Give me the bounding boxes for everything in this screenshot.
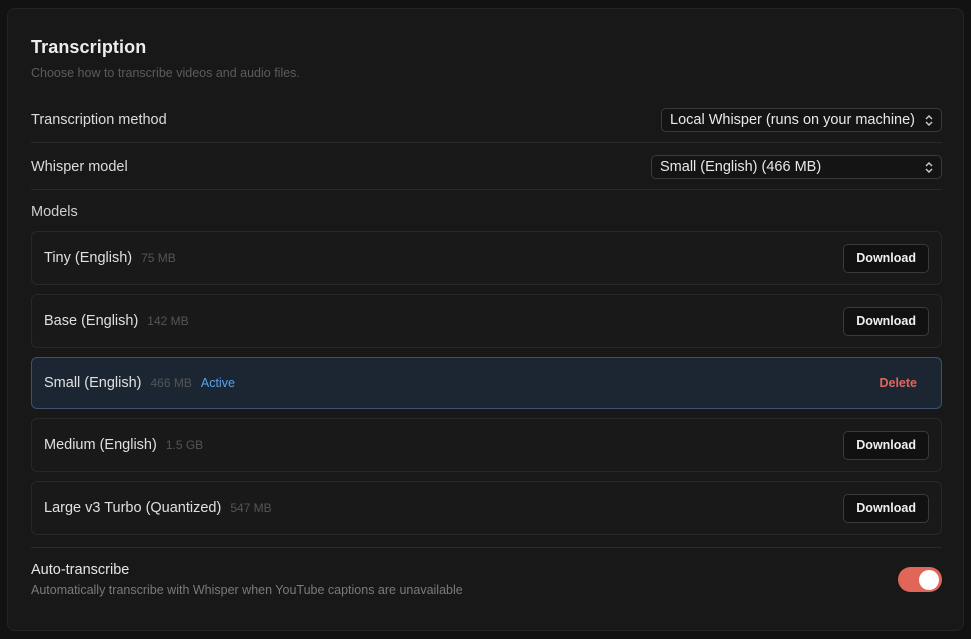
whisper-model-value: Small (English) (466 MB) [660, 159, 822, 175]
whisper-model-select[interactable]: Small (English) (466 MB) [651, 155, 942, 179]
section-title: Transcription [31, 37, 147, 57]
delete-small-button[interactable]: Delete [867, 369, 929, 398]
model-card-medium: Medium (English) 1.5 GB Download [31, 418, 942, 472]
divider [31, 189, 942, 190]
toggle-knob [919, 569, 939, 590]
models-heading: Models [31, 204, 78, 220]
model-card-tiny: Tiny (English) 75 MB Download [31, 231, 942, 285]
model-size: 1.5 GB [165, 438, 204, 452]
divider [31, 547, 942, 548]
model-card-base: Base (English) 142 MB Download [31, 294, 942, 348]
model-size: 547 MB [230, 501, 272, 515]
auto-transcribe-description: Automatically transcribe with Whisper wh… [31, 583, 463, 597]
auto-transcribe-title: Auto-transcribe [31, 562, 130, 578]
transcription-method-label: Transcription method [31, 112, 167, 128]
active-badge: Active [200, 376, 235, 390]
whisper-model-label: Whisper model [31, 159, 128, 175]
transcription-method-row: Transcription method Local Whisper (runs… [31, 108, 942, 132]
chevron-up-down-icon [925, 113, 933, 127]
model-size: 466 MB [150, 376, 192, 390]
download-medium-button[interactable]: Download [843, 430, 929, 460]
whisper-model-row: Whisper model Small (English) (466 MB) [31, 155, 942, 179]
transcription-method-value: Local Whisper (runs on your machine) [670, 112, 915, 128]
model-name: Medium (English) [44, 437, 157, 453]
model-size: 75 MB [141, 251, 176, 265]
model-card-small: Small (English) 466 MB Active Delete [31, 357, 942, 409]
download-large-button[interactable]: Download [843, 493, 929, 523]
model-name: Tiny (English) [44, 250, 133, 266]
divider [31, 142, 942, 143]
download-tiny-button[interactable]: Download [843, 243, 929, 273]
model-card-large-v3-turbo: Large v3 Turbo (Quantized) 547 MB Downlo… [31, 481, 942, 535]
transcription-settings-panel: Transcription Choose how to transcribe v… [7, 8, 964, 631]
model-name: Large v3 Turbo (Quantized) [44, 500, 222, 516]
model-name: Base (English) [44, 313, 139, 329]
transcription-method-select[interactable]: Local Whisper (runs on your machine) [661, 108, 942, 132]
model-name: Small (English) [44, 375, 142, 391]
auto-transcribe-toggle[interactable] [898, 567, 942, 592]
section-subtitle: Choose how to transcribe videos and audi… [31, 66, 300, 80]
chevron-up-down-icon [925, 160, 933, 174]
download-base-button[interactable]: Download [843, 306, 929, 336]
model-size: 142 MB [147, 314, 189, 328]
